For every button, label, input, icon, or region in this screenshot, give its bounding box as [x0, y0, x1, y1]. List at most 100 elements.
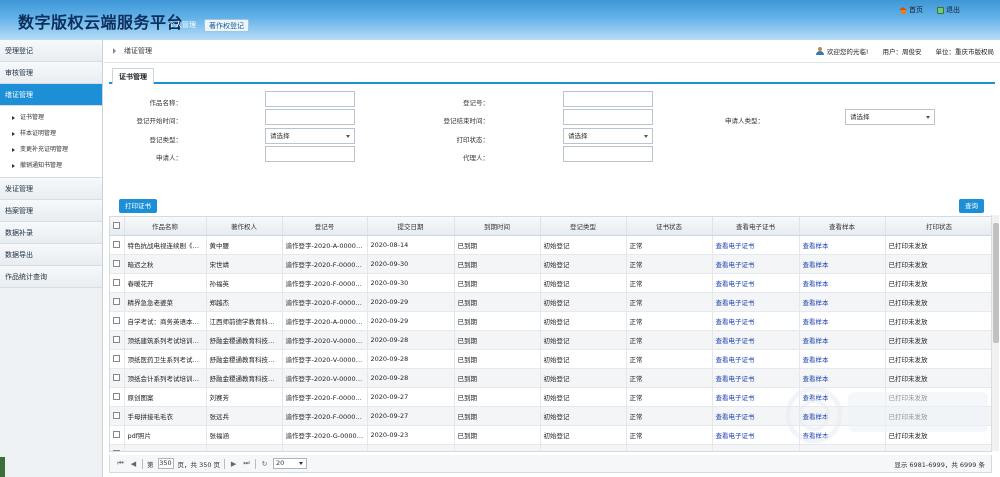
work-name-input[interactable]	[265, 91, 355, 107]
cell-cert-link[interactable]: 查看电子证书	[712, 235, 800, 255]
sidebar-item-data-export[interactable]: 数据导出	[0, 244, 102, 266]
cell-sample-link[interactable]: 查看样本	[799, 444, 886, 451]
sidebar-item-data-supplement[interactable]: 数据补录	[0, 222, 102, 244]
reg-type-select[interactable]: 请选择	[265, 128, 355, 144]
sidebar-item-issue[interactable]: 发证管理	[0, 178, 102, 200]
cell-cert-link[interactable]: 查看电子证书	[712, 254, 800, 274]
cell-owner: 刘赛芳	[206, 387, 283, 407]
query-button[interactable]: 查询	[959, 199, 984, 213]
agent-input[interactable]	[563, 146, 653, 162]
print-status-select[interactable]: 请选择	[563, 128, 653, 144]
table-row[interactable]: 特色抗战电视连续剧《神枪… 黄中腰 渝作登字-2020-A-000000… 2020-…	[110, 235, 991, 255]
sidebar-sub-certificate-mgmt[interactable]: 证书管理	[0, 110, 102, 126]
cell-sample-link[interactable]: 查看样本	[799, 273, 886, 293]
first-page-button[interactable]: ⏮	[116, 459, 125, 469]
table-row[interactable]: 原创图案 刘赛芳 渝作登字-2020-F-00000016 2020-09-27 已到期…	[110, 387, 991, 407]
sidebar-sub-change-proof[interactable]: 变更补充证明管理	[0, 142, 102, 158]
refresh-icon[interactable]: ↻	[260, 459, 269, 469]
table-scrollbar[interactable]	[991, 215, 999, 451]
col-work-name[interactable]: 作品名称	[124, 217, 207, 236]
sidebar-item-review[interactable]: 审核管理	[0, 62, 102, 84]
col-owner[interactable]: 著作权人	[206, 217, 283, 236]
app-header: 数字版权云端服务平台 个人管理 著作权登记 首页 退出	[0, 0, 1000, 40]
cell-cert-link[interactable]: 查看电子证书	[712, 444, 800, 451]
reg-start-input[interactable]	[265, 109, 355, 125]
cell-cert-link[interactable]: 查看电子证书	[712, 387, 800, 407]
nav-copyright-registration[interactable]: 著作权登记	[204, 19, 249, 32]
cell-sample-link[interactable]: 查看样本	[799, 349, 886, 369]
applicant-input[interactable]	[265, 146, 355, 162]
cell-cert-link[interactable]: 查看电子证书	[712, 273, 800, 293]
table-row[interactable]: 顶纸会计系列考试培训视…舒融金稷通教育科技有限公…渝作登字-2020-V-000…	[110, 368, 991, 388]
table-row[interactable]: 5000000张福涵渝作登字-2020-G-000000…2020-09-23已…	[110, 444, 991, 451]
cell-cert-link[interactable]: 查看电子证书	[712, 368, 800, 388]
cell-sample-link[interactable]: 查看样本	[799, 368, 886, 388]
row-checkbox[interactable]	[110, 330, 125, 350]
sidebar-item-statistics[interactable]: 作品统计查询	[0, 266, 102, 288]
row-checkbox[interactable]	[110, 425, 125, 445]
row-checkbox[interactable]	[110, 235, 125, 255]
table-row[interactable]: 春暖花开 孙福英 渝作登字-2020-F-00000022 2020-09-30 已到期…	[110, 273, 991, 293]
cell-sample-link[interactable]: 查看样本	[799, 311, 886, 331]
cell-cert-link[interactable]: 查看电子证书	[712, 425, 800, 445]
cell-regno: 渝作登字-2020-G-000000…	[282, 425, 368, 445]
cell-cert-link[interactable]: 查看电子证书	[712, 406, 800, 426]
page-size-select[interactable]: 20	[273, 458, 308, 469]
table-row[interactable]: 手母拼接毛毛衣 张远兵 渝作登字-2020-F-00000015 2020-09-27…	[110, 406, 991, 426]
col-expire[interactable]: 到期时间	[454, 217, 541, 236]
col-cert-status[interactable]: 证书状态	[626, 217, 713, 236]
col-view-cert[interactable]: 查看电子证书	[712, 217, 800, 236]
cell-sample-link[interactable]: 查看样本	[799, 292, 886, 312]
print-certificate-button[interactable]: 打印证书	[119, 199, 157, 213]
cell-sample-link[interactable]: 查看样本	[799, 330, 886, 350]
row-checkbox[interactable]	[110, 387, 125, 407]
col-reg-no[interactable]: 登记号	[282, 217, 368, 236]
row-checkbox[interactable]	[110, 349, 125, 369]
cell-sample-link[interactable]: 查看样本	[799, 425, 886, 445]
applicant-type-select[interactable]: 请选择	[845, 109, 935, 125]
cell-cert-link[interactable]: 查看电子证书	[712, 330, 800, 350]
row-checkbox[interactable]	[110, 254, 125, 274]
cell-sample-link[interactable]: 查看样本	[799, 387, 886, 407]
scrollbar-thumb[interactable]	[993, 223, 999, 343]
row-checkbox[interactable]	[110, 311, 125, 331]
cell-cert-link[interactable]: 查看电子证书	[712, 349, 800, 369]
col-print-status[interactable]: 打印状态	[885, 217, 991, 236]
table-row[interactable]: 顶纸建筑系列考试培训视…舒融金稷通教育科技有限公…渝作登字-2020-V-000…	[110, 330, 991, 350]
col-view-sample[interactable]: 查看样本	[799, 217, 886, 236]
chevron-down-icon	[926, 116, 930, 119]
sidebar-item-certificate[interactable]: 缮证管理	[0, 84, 102, 106]
col-reg-type[interactable]: 登记类型	[540, 217, 627, 236]
cell-cert-link[interactable]: 查看电子证书	[712, 311, 800, 331]
row-checkbox[interactable]	[110, 368, 125, 388]
nav-personal[interactable]: 个人管理	[164, 19, 200, 32]
exit-link[interactable]: 退出	[937, 5, 960, 15]
row-checkbox[interactable]	[110, 406, 125, 426]
row-checkbox[interactable]	[110, 444, 125, 451]
row-checkbox[interactable]	[110, 292, 125, 312]
table-row[interactable]: 顶纸医药卫生系列考试培训…舒融金稷通教育科技有限公…渝作登字-2020-V-00…	[110, 349, 991, 369]
sidebar-item-archive[interactable]: 档案管理	[0, 200, 102, 222]
next-page-button[interactable]: ▶	[229, 459, 238, 469]
prev-page-button[interactable]: ◀	[129, 459, 138, 469]
reg-no-input[interactable]	[563, 91, 653, 107]
table-row[interactable]: 精界急急老婆菜 郑越杰 渝作登字-2020-F-00000021 2020-09-29…	[110, 292, 991, 312]
home-link[interactable]: 首页	[899, 5, 923, 15]
sidebar-item-acceptance[interactable]: 受理登记	[0, 40, 102, 62]
table-row[interactable]: pdf照片 张福涵 渝作登字-2020-G-000000… 2020-09-23 已到期…	[110, 425, 991, 445]
cell-cert-link[interactable]: 查看电子证书	[712, 292, 800, 312]
cell-sample-link[interactable]: 查看样本	[799, 406, 886, 426]
reg-end-input[interactable]	[563, 109, 653, 125]
tab-certificate-management[interactable]: 证书管理	[112, 68, 154, 84]
sidebar-sub-sample-proof[interactable]: 样本证明管理	[0, 126, 102, 142]
cell-sample-link[interactable]: 查看样本	[799, 254, 886, 274]
page-number-input[interactable]: 350	[157, 458, 174, 469]
table-row[interactable]: 暗迟之秋 宋世靖 渝作登字-2020-F-00000025 2020-09-30 已到期…	[110, 254, 991, 274]
table-row[interactable]: 自学考试：商务英语本科段江西师前德学教育科技有限…渝作登字-2020-A-000…	[110, 311, 991, 331]
last-page-button[interactable]: ⏭	[242, 459, 251, 469]
cell-sample-link[interactable]: 查看样本	[799, 235, 886, 255]
row-checkbox[interactable]	[110, 273, 125, 293]
sidebar-sub-revocation[interactable]: 撤销通知书管理	[0, 158, 102, 174]
select-all-checkbox[interactable]	[110, 217, 125, 236]
col-submit-date[interactable]: 提交日期	[367, 217, 455, 236]
